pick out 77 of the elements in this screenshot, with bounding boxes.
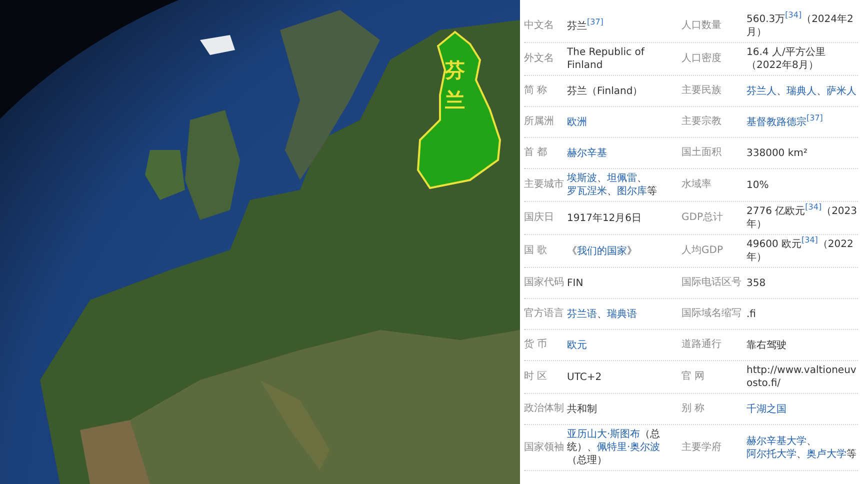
field-value: 埃斯波、坦佩雷、 罗瓦涅米、图尔库等 (567, 172, 658, 199)
field-value: 赫尔辛基大学、 阿尔托大学、奥卢大学等 (746, 434, 858, 462)
field-label: 国 歌 (524, 245, 548, 257)
field-value: UTC+2 (567, 370, 603, 384)
citation-link[interactable]: [34] (805, 202, 822, 212)
field-value: 2776 亿欧元$^{[34]}$（2023年） (746, 202, 858, 232)
field-label: 政治体制 (524, 403, 564, 415)
field-label: 水域率 (682, 179, 712, 191)
field-value: 靠右驾驶 (746, 338, 788, 352)
field-label: 国家领袖 (524, 442, 564, 454)
citation-link[interactable]: [37] (806, 113, 823, 122)
field-label: 国际电话区号 (682, 277, 742, 289)
link[interactable]: 欧元 (567, 340, 587, 350)
field-label: 国家代码 (524, 277, 564, 289)
field-label: 中文名 (524, 20, 555, 32)
field-value: 亚历山大·斯图布（总统）、佩特里·奥尔波 （总理） (567, 428, 662, 468)
field-value: 10% (746, 178, 770, 192)
citation-link[interactable]: [34] (785, 10, 802, 20)
link[interactable]: 基督教路德宗 (746, 116, 806, 128)
field-value: 芬兰语、瑞典语 (567, 308, 638, 322)
link[interactable]: 萨米人 (826, 86, 856, 96)
field-value: 358 (746, 276, 767, 290)
field-label: 道路通行 (682, 339, 722, 351)
link[interactable]: 埃斯波 (567, 173, 597, 184)
field-value: 《我们的国家》 (567, 244, 638, 258)
field-label: 国庆日 (524, 212, 555, 224)
field-value: FIN (567, 276, 584, 290)
link[interactable]: 瑞典人 (786, 86, 816, 96)
field-value: http://www.valtioneuvosto.fi/ (746, 364, 858, 391)
link[interactable]: 瑞典语 (607, 308, 637, 320)
link[interactable]: 芬兰语 (567, 308, 597, 320)
field-label: 货 币 (524, 339, 548, 351)
link[interactable]: 佩特里·奥尔波 (597, 442, 660, 453)
field-label: 时 区 (524, 371, 548, 383)
field-label: GDP总计 (682, 212, 724, 224)
field-value: 共和制 (567, 402, 598, 416)
map-label: 芬兰 (444, 57, 466, 114)
link[interactable]: 图尔库 (617, 186, 647, 197)
link[interactable]: 奥卢大学 (806, 448, 846, 460)
link[interactable]: 阿尔托大学 (746, 448, 796, 460)
link[interactable]: 坦佩雷 (607, 173, 637, 184)
field-label: 人口数量 (682, 20, 722, 32)
link[interactable]: 罗瓦涅米 (567, 186, 607, 197)
field-label: 主要民族 (682, 85, 722, 97)
field-label: 官 网 (682, 371, 706, 383)
field-label: 简 称 (524, 85, 548, 97)
field-label: 主要学府 (682, 442, 722, 454)
field-value: .fi (746, 308, 757, 322)
field-value: 芬兰（Finland） (567, 84, 644, 98)
field-label: 首 都 (524, 147, 548, 159)
field-label: 别 称 (682, 403, 706, 415)
field-value: 560.3万$^{[34]}$（2024年2月） (746, 10, 854, 40)
field-value: The Republic of Finland (567, 46, 646, 73)
citation-link[interactable]: [37] (587, 17, 604, 26)
link[interactable]: 赫尔辛基 (567, 148, 607, 158)
link[interactable]: 我们的国家 (577, 246, 627, 256)
field-value: 16.4 人/平方公里（2022年8月） (746, 46, 826, 73)
field-label: 人口密度 (682, 53, 722, 65)
link[interactable]: 芬兰人 (746, 86, 776, 96)
field-label: 主要城市 (524, 179, 564, 191)
field-label: 国际域名缩写 (682, 308, 742, 320)
field-label: 国土面积 (682, 147, 722, 159)
citation-link[interactable]: [34] (802, 236, 818, 245)
field-value: 49600 欧元$^{[34]}$（2022年） (746, 235, 854, 265)
link[interactable]: 亚历山大·斯图布 (567, 429, 640, 440)
field-label: 外文名 (524, 53, 555, 65)
link[interactable]: 赫尔辛基大学 (746, 436, 806, 446)
link[interactable]: 千湖之国 (746, 404, 786, 414)
field-value: 芬兰$^{[37]}$ (567, 16, 604, 34)
field-label: 人均GDP (682, 245, 724, 257)
link[interactable]: 欧洲 (567, 116, 587, 128)
field-value: 338000 km² (746, 146, 808, 160)
field-label: 官方语言 (524, 308, 564, 320)
field-label: 所属洲 (524, 116, 555, 128)
field-value: 1917年12月6日 (567, 212, 643, 226)
field-label: 主要宗教 (682, 116, 722, 128)
field-value: 芬兰人、瑞典人、萨米人 (746, 84, 858, 98)
